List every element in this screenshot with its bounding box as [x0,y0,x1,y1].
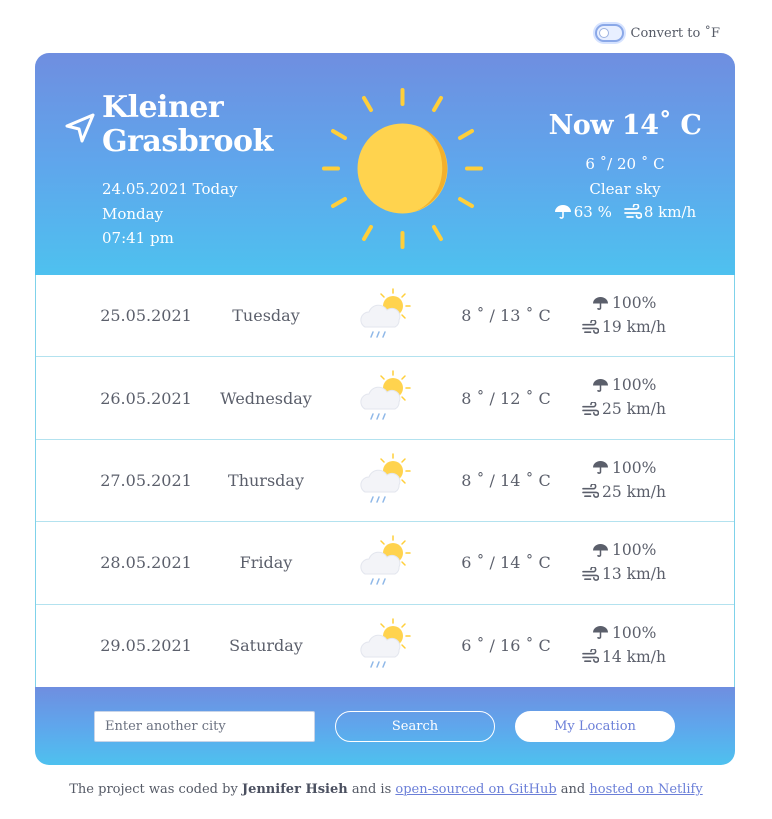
fahrenheit-toggle-switch[interactable] [594,24,624,42]
current-stats: 63 % 8 km/h [535,203,715,221]
forecast-wind-value: 25 km/h [602,400,666,419]
current-precipitation: 63 % [554,203,612,221]
city-name-line1: Kleiner [102,90,224,125]
wind-icon [624,204,642,219]
wind-icon [582,319,599,334]
forecast-rain-value: 100% [612,623,657,642]
forecast-temp: 8 ˚ / 12 ˚ C [461,388,551,408]
wind-icon [582,649,599,663]
forecast-date: 28.05.2021 [100,553,192,573]
umbrella-icon [593,378,608,392]
precipitation-value: 63 % [573,203,612,221]
wind-value: 8 km/h [643,203,697,221]
footer-and: and [560,782,586,797]
forecast-day: Wednesday [220,388,312,408]
city-search-input[interactable] [94,711,315,742]
forecast-wind-value: 13 km/h [602,565,666,584]
forecast-temp: 8 ˚ / 13 ˚ C [461,306,551,326]
sun-cloud-rain-icon [360,617,411,668]
forecast-date: 29.05.2021 [100,636,192,656]
fahrenheit-toggle-label: Convert to ˚F [630,25,720,41]
city-name: Kleiner Grasbrook [102,91,302,159]
location-arrow-icon [65,113,95,143]
city-name-line2: Grasbrook [102,124,273,159]
umbrella-icon [593,461,608,475]
forecast-temp: 6 ˚ / 16 ˚ C [461,636,551,656]
forecast-rain: 100% [566,291,686,315]
sun-cloud-rain-icon [360,370,411,421]
current-weather-panel: Kleiner Grasbrook 24.05.2021 Today Monda… [35,53,735,275]
forecast-rain-value: 100% [612,458,657,477]
umbrella-icon [593,296,608,310]
forecast-stats: 100% 13 km/h [566,538,686,586]
github-link[interactable]: open-sourced on GitHub [395,782,556,797]
forecast-wind-value: 19 km/h [602,318,666,336]
forecast-row: 25.05.2021 Tuesday 8 ˚ / 13 ˚ C 100% 19 … [36,275,734,358]
current-weekday: Monday [102,204,164,223]
footer-author: Jennifer Hsieh [241,782,348,797]
forecast-wind: 19 km/h [566,315,686,339]
forecast-rain-value: 100% [612,541,657,560]
my-location-button[interactable]: My Location [515,711,675,742]
forecast-rain: 100% [566,538,686,562]
wind-icon [582,566,599,581]
temp-range: 6 ˚/ 20 ˚ C [585,155,665,173]
forecast-day: Friday [239,553,293,573]
forecast-wind-value: 25 km/h [602,482,666,501]
sun-cloud-rain-icon [360,535,411,585]
forecast-stats: 100% 25 km/h [566,373,686,421]
current-date-block: 24.05.2021 Today Monday 07:41 pm [102,177,238,251]
forecast-row: 27.05.2021 Thursday 8 ˚ / 14 ˚ C 100% 25… [36,440,734,523]
footer-prefix: The project was coded by [69,782,238,797]
forecast-row: 29.05.2021 Saturday 6 ˚ / 16 ˚ C 100% 14… [36,605,734,687]
current-time: 07:41 pm [102,229,174,247]
forecast-day: Tuesday [232,306,300,326]
forecast-wind: 13 km/h [566,562,686,586]
wind-icon [582,484,599,499]
forecast-rain: 100% [566,373,686,397]
sun-icon [322,88,483,249]
forecast-row: 28.05.2021 Friday 6 ˚ / 14 ˚ C 100% 13 k… [36,522,734,605]
toggle-knob [598,28,609,38]
now-summary: Now 14˚ C 6 ˚/ 20 ˚ C Clear sky 63 % 8 k… [535,110,715,221]
forecast-rain-value: 100% [612,376,657,395]
sun-cloud-rain-icon [360,288,411,338]
footer: The project was coded by Jennifer Hsieh … [0,782,772,797]
forecast-wind: 25 km/h [566,397,686,421]
umbrella-icon [554,205,571,219]
now-temperature: Now 14˚ C [548,110,702,141]
forecast-wind: 14 km/h [566,645,686,669]
forecast-date: 26.05.2021 [100,388,192,408]
current-wind: 8 km/h [624,203,696,221]
forecast-rain-value: 100% [612,294,657,312]
forecast-list: 25.05.2021 Tuesday 8 ˚ / 13 ˚ C 100% 19 … [35,275,735,687]
umbrella-icon [593,543,608,557]
forecast-wind-value: 14 km/h [602,647,666,666]
current-date: 24.05.2021 Today [102,180,238,198]
forecast-rain: 100% [566,621,686,645]
sun-cloud-rain-icon [360,453,411,503]
forecast-temp: 6 ˚ / 14 ˚ C [461,553,551,573]
forecast-rain: 100% [566,456,686,480]
forecast-row: 26.05.2021 Wednesday 8 ˚ / 12 ˚ C 100% 2… [36,357,734,440]
forecast-day: Saturday [229,636,303,656]
forecast-stats: 100% 14 km/h [566,621,686,669]
forecast-stats: 100% 19 km/h [566,291,686,339]
weather-card: Kleiner Grasbrook 24.05.2021 Today Monda… [35,53,735,765]
forecast-temp: 8 ˚ / 14 ˚ C [461,470,551,490]
umbrella-icon [593,626,608,639]
search-bar: Search My Location [35,687,735,765]
search-button[interactable]: Search [335,711,495,742]
netlify-link[interactable]: hosted on Netlify [589,782,702,797]
wind-icon [582,401,599,416]
forecast-date: 25.05.2021 [100,306,192,326]
forecast-day: Thursday [228,470,304,490]
fahrenheit-toggle-row: Convert to ˚F [594,24,720,42]
weather-description: Clear sky [589,180,661,198]
forecast-wind: 25 km/h [566,480,686,504]
footer-middle: and is [351,782,392,797]
forecast-date: 27.05.2021 [100,470,192,490]
forecast-stats: 100% 25 km/h [566,456,686,504]
